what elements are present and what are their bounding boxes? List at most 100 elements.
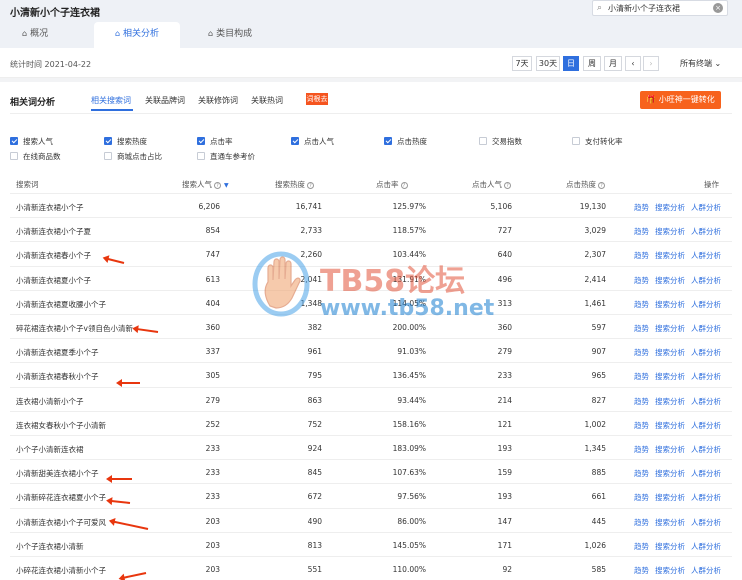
keyword-cell[interactable]: 连衣裙女春秋小个子小清新 — [16, 420, 106, 431]
keyword-cell[interactable]: 碎花裙连衣裙小个子v领自色小清新 — [16, 323, 133, 334]
crowd-analysis-link[interactable]: 人群分析 — [691, 469, 721, 478]
search-analysis-link[interactable]: 搜索分析 — [655, 251, 685, 260]
keyword-cell[interactable]: 小清新甜美连衣裙小个子 — [16, 468, 99, 479]
crowd-analysis-link[interactable]: 人群分析 — [691, 397, 721, 406]
checkbox-checked-icon[interactable] — [10, 137, 18, 145]
help-icon[interactable]: ? — [504, 181, 511, 189]
keyword-cell[interactable]: 小清新连衣裙小个子夏 — [16, 226, 91, 237]
tab-overview[interactable]: ⌂ 概况 — [22, 22, 78, 48]
crowd-analysis-link[interactable]: 人群分析 — [691, 324, 721, 333]
checkbox-unchecked-icon[interactable] — [479, 137, 487, 145]
subtab-brand[interactable]: 关联品牌词 — [145, 95, 185, 106]
crowd-analysis-link[interactable]: 人群分析 — [691, 445, 721, 454]
keyword-cell[interactable]: 小清新连衣裙夏季小个子 — [16, 347, 99, 358]
trend-link[interactable]: 趋势 — [634, 276, 649, 285]
trend-link[interactable]: 趋势 — [634, 445, 649, 454]
trend-link[interactable]: 趋势 — [634, 421, 649, 430]
crowd-analysis-link[interactable]: 人群分析 — [691, 203, 721, 212]
metric-checkbox[interactable]: 交易指数 — [479, 137, 522, 147]
trend-link[interactable]: 趋势 — [634, 251, 649, 260]
search-analysis-link[interactable]: 搜索分析 — [655, 493, 685, 502]
trend-link[interactable]: 趋势 — [634, 566, 649, 575]
col-search-popularity[interactable]: 搜索人气? ▼ — [182, 179, 229, 190]
tab-related-analysis[interactable]: ⌂ 相关分析 — [94, 22, 180, 48]
sort-desc-icon[interactable]: ▼ — [224, 182, 229, 189]
subtab-related-search[interactable]: 相关搜索词 — [91, 95, 131, 106]
range-week-button[interactable]: 周 — [583, 56, 601, 71]
range-day-button[interactable]: 日 — [563, 56, 579, 71]
search-analysis-link[interactable]: 搜索分析 — [655, 324, 685, 333]
keyword-cell[interactable]: 小碎花连衣裙小清新小个子 — [16, 565, 106, 576]
root-word-button[interactable]: 词根去图 — [306, 93, 328, 115]
crowd-analysis-link[interactable]: 人群分析 — [691, 518, 721, 527]
keyword-cell[interactable]: 小清新连衣裙春秋小个子 — [16, 371, 99, 382]
search-analysis-link[interactable]: 搜索分析 — [655, 276, 685, 285]
subtab-hot[interactable]: 关联热词 — [251, 95, 283, 106]
trend-link[interactable]: 趋势 — [634, 542, 649, 551]
trend-link[interactable]: 趋势 — [634, 372, 649, 381]
search-analysis-link[interactable]: 搜索分析 — [655, 300, 685, 309]
keyword-cell[interactable]: 小清新连衣裙春小个子 — [16, 250, 91, 261]
metric-checkbox[interactable]: 直通车参考价 — [197, 152, 255, 162]
search-analysis-link[interactable]: 搜索分析 — [655, 445, 685, 454]
help-icon[interactable]: ? — [307, 181, 314, 189]
search-analysis-link[interactable]: 搜索分析 — [655, 348, 685, 357]
checkbox-checked-icon[interactable] — [104, 137, 112, 145]
keyword-cell[interactable]: 小清新连衣裙小个子可爱风 — [16, 517, 106, 528]
search-analysis-link[interactable]: 搜索分析 — [655, 203, 685, 212]
search-analysis-link[interactable]: 搜索分析 — [655, 397, 685, 406]
keyword-cell[interactable]: 小清新碎花连衣裙夏小个子 — [16, 492, 106, 503]
checkbox-unchecked-icon[interactable] — [572, 137, 580, 145]
trend-link[interactable]: 趋势 — [634, 203, 649, 212]
trend-link[interactable]: 趋势 — [634, 227, 649, 236]
search-box[interactable]: ⌕ 小清新小个子连衣裙 × — [592, 0, 728, 16]
metric-checkbox[interactable]: 搜索热度 — [104, 137, 147, 147]
col-click-heat[interactable]: 点击热度? — [566, 179, 605, 190]
trend-link[interactable]: 趋势 — [634, 397, 649, 406]
search-input[interactable]: 小清新小个子连衣裙 — [608, 3, 680, 14]
crowd-analysis-link[interactable]: 人群分析 — [691, 300, 721, 309]
keyword-cell[interactable]: 小清新连衣裙夏小个子 — [16, 275, 91, 286]
search-analysis-link[interactable]: 搜索分析 — [655, 518, 685, 527]
metric-checkbox[interactable]: 点击热度 — [384, 137, 427, 147]
metric-checkbox[interactable]: 支付转化率 — [572, 137, 623, 147]
checkbox-checked-icon[interactable] — [291, 137, 299, 145]
metric-checkbox[interactable]: 点击率 — [197, 137, 233, 147]
search-analysis-link[interactable]: 搜索分析 — [655, 469, 685, 478]
metric-checkbox[interactable]: 在线商品数 — [10, 152, 61, 162]
crowd-analysis-link[interactable]: 人群分析 — [691, 276, 721, 285]
crowd-analysis-link[interactable]: 人群分析 — [691, 542, 721, 551]
trend-link[interactable]: 趋势 — [634, 324, 649, 333]
crowd-analysis-link[interactable]: 人群分析 — [691, 372, 721, 381]
search-analysis-link[interactable]: 搜索分析 — [655, 227, 685, 236]
search-analysis-link[interactable]: 搜索分析 — [655, 421, 685, 430]
crowd-analysis-link[interactable]: 人群分析 — [691, 493, 721, 502]
terminal-select[interactable]: 所有终端 ⌄ — [680, 58, 721, 69]
clear-icon[interactable]: × — [713, 3, 723, 13]
search-analysis-link[interactable]: 搜索分析 — [655, 566, 685, 575]
trend-link[interactable]: 趋势 — [634, 518, 649, 527]
keyword-cell[interactable]: 小清新连衣裙夏收腰小个子 — [16, 299, 106, 310]
range-30d-button[interactable]: 30天 — [536, 56, 560, 71]
help-icon[interactable]: ? — [214, 181, 221, 189]
crowd-analysis-link[interactable]: 人群分析 — [691, 421, 721, 430]
trend-link[interactable]: 趋势 — [634, 493, 649, 502]
keyword-cell[interactable]: 小个子连衣裙小清新 — [16, 541, 84, 552]
search-analysis-link[interactable]: 搜索分析 — [655, 372, 685, 381]
checkbox-unchecked-icon[interactable] — [10, 152, 18, 160]
col-search-heat[interactable]: 搜索热度? — [275, 179, 314, 190]
metric-checkbox[interactable]: 搜索人气 — [10, 137, 53, 147]
trend-link[interactable]: 趋势 — [634, 348, 649, 357]
trend-link[interactable]: 趋势 — [634, 300, 649, 309]
prev-button[interactable]: ‹ — [625, 56, 641, 71]
range-month-button[interactable]: 月 — [604, 56, 622, 71]
convert-button[interactable]: 🎁 小旺神一键转化 — [640, 91, 721, 109]
checkbox-checked-icon[interactable] — [384, 137, 392, 145]
crowd-analysis-link[interactable]: 人群分析 — [691, 348, 721, 357]
checkbox-unchecked-icon[interactable] — [197, 152, 205, 160]
col-click-popularity[interactable]: 点击人气? — [472, 179, 511, 190]
crowd-analysis-link[interactable]: 人群分析 — [691, 227, 721, 236]
metric-checkbox[interactable]: 商城点击占比 — [104, 152, 162, 162]
search-analysis-link[interactable]: 搜索分析 — [655, 542, 685, 551]
keyword-cell[interactable]: 连衣裙小清新小个子 — [16, 396, 84, 407]
